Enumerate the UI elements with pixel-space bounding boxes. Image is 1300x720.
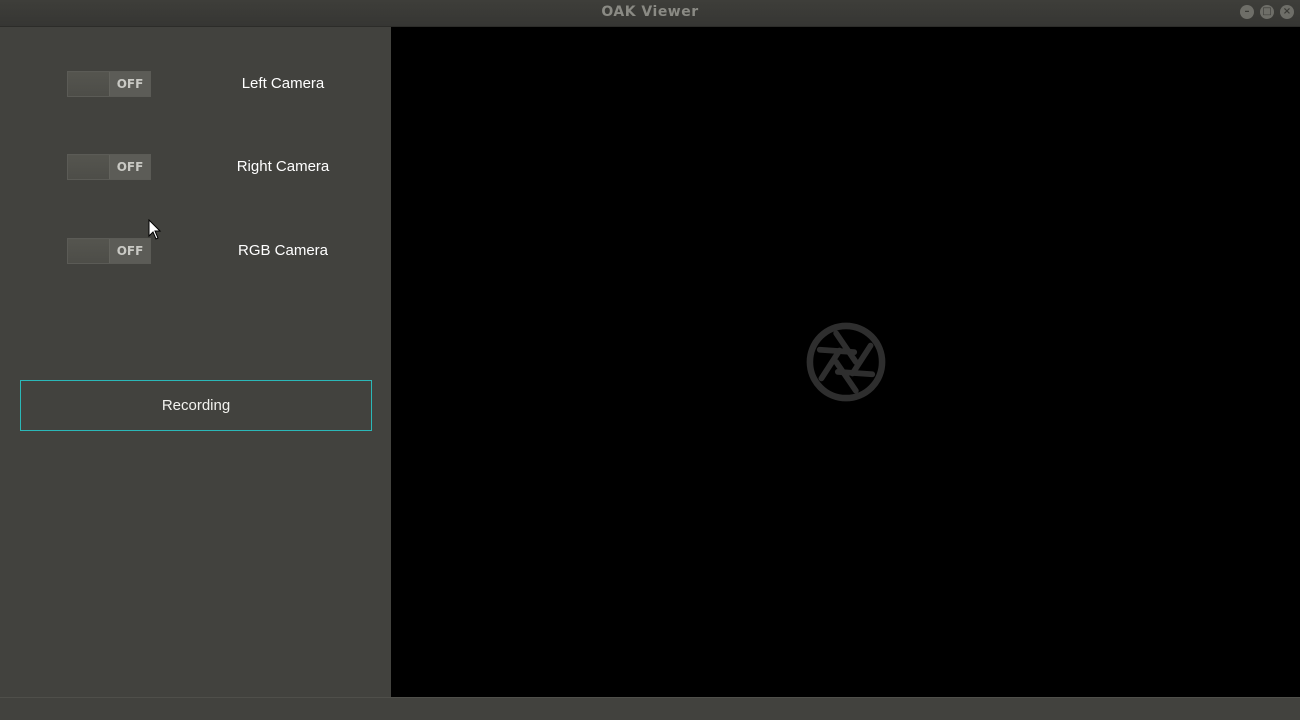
left-camera-label: Left Camera — [241, 75, 325, 92]
toggle-knob — [68, 72, 110, 96]
right-camera-label: Right Camera — [236, 158, 330, 175]
toggle-knob — [68, 239, 110, 263]
camera-aperture-icon — [806, 322, 886, 402]
maximize-icon[interactable]: □ — [1260, 5, 1274, 19]
camera-row-left: OFF Left Camera — [0, 71, 391, 101]
window-controls: – □ × — [1240, 5, 1294, 19]
minimize-icon[interactable]: – — [1240, 5, 1254, 19]
toggle-state: OFF — [110, 239, 150, 263]
control-panel: OFF Left Camera OFF Right Camera OFF RGB… — [0, 27, 391, 697]
close-icon[interactable]: × — [1280, 5, 1294, 19]
rgb-camera-label: RGB Camera — [237, 242, 329, 259]
camera-row-rgb: OFF RGB Camera — [0, 238, 391, 268]
camera-row-right: OFF Right Camera — [0, 154, 391, 184]
toggle-knob — [68, 155, 110, 179]
right-camera-toggle[interactable]: OFF — [67, 154, 151, 180]
video-viewport — [391, 27, 1300, 697]
title-bar: OAK Viewer – □ × — [0, 0, 1300, 27]
status-bar — [0, 697, 1300, 720]
left-camera-toggle[interactable]: OFF — [67, 71, 151, 97]
rgb-camera-toggle[interactable]: OFF — [67, 238, 151, 264]
toggle-state: OFF — [110, 72, 150, 96]
app-window: OAK Viewer – □ × OFF Left Camera OFF Rig… — [0, 0, 1300, 720]
mouse-cursor-icon — [148, 219, 162, 240]
toggle-state: OFF — [110, 155, 150, 179]
recording-button[interactable]: Recording — [20, 380, 372, 431]
window-title: OAK Viewer — [601, 4, 699, 20]
